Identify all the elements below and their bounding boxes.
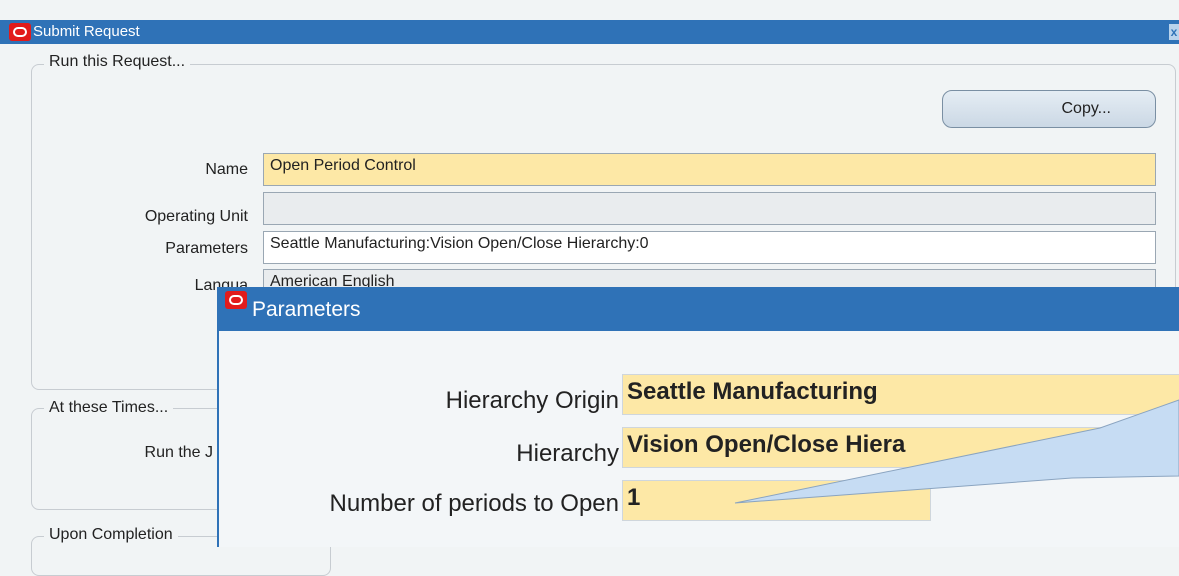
callout-pointer	[734, 399, 1179, 504]
